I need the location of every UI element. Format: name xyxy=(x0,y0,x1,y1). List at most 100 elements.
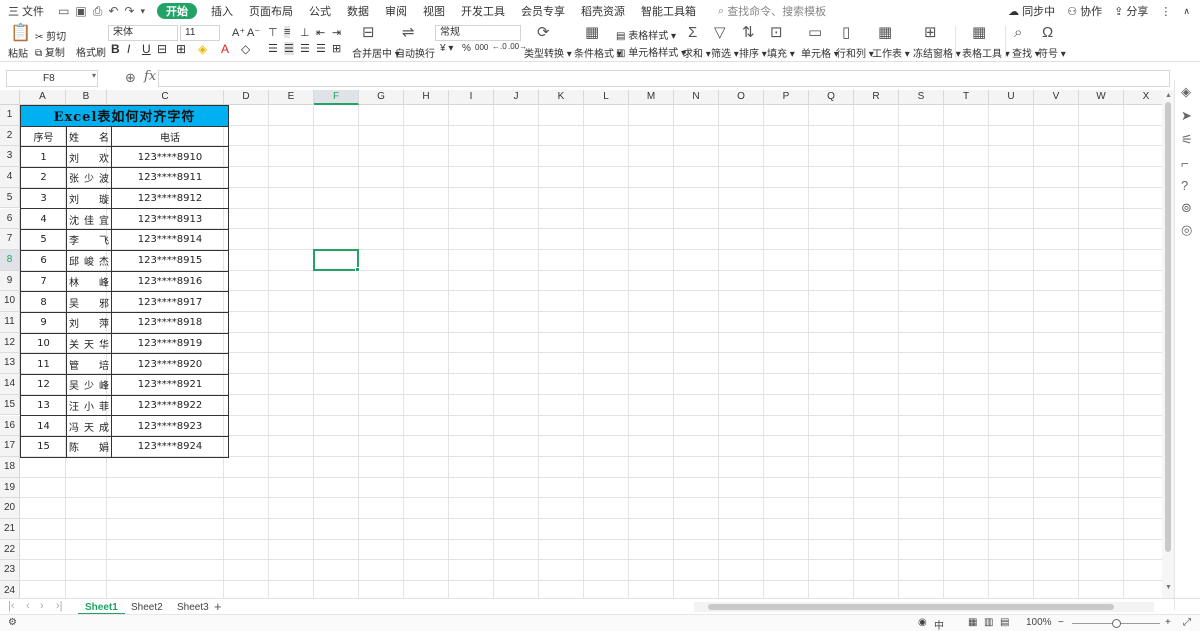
prev-sheet-icon[interactable]: ‹ xyxy=(26,600,30,612)
percent-button[interactable]: % xyxy=(462,43,471,54)
normal-view-icon[interactable]: ▦ xyxy=(968,617,977,628)
tab-sheet3[interactable]: Sheet3 xyxy=(170,600,216,615)
cell-index[interactable]: 15 xyxy=(20,436,67,458)
cell-phone[interactable]: 123****8923 xyxy=(111,415,229,437)
conditional-format-button[interactable]: 条件格式 ▾ xyxy=(574,45,622,60)
wrap-text-button[interactable]: 自动换行 xyxy=(395,45,435,60)
share-button[interactable]: ⇪ 分享 xyxy=(1114,3,1148,19)
vertical-scroll-thumb[interactable] xyxy=(1165,102,1171,552)
cell-phone[interactable]: 123****8916 xyxy=(111,270,229,293)
type-convert-button[interactable]: 类型转换 ▾ xyxy=(524,45,572,60)
tab-smart-toolbox[interactable]: 智能工具箱 xyxy=(633,0,704,22)
font-color-icon[interactable]: A xyxy=(221,42,229,56)
column-header-u[interactable]: U xyxy=(989,90,1034,105)
decrease-font-icon[interactable]: A⁻ xyxy=(247,26,260,39)
tab-developer[interactable]: 开发工具 xyxy=(453,0,513,22)
increase-font-icon[interactable]: A⁺ xyxy=(232,26,245,39)
align-left-icon[interactable]: ☰ xyxy=(268,42,278,55)
tab-sheet1[interactable]: Sheet1 xyxy=(78,600,125,615)
worksheet-icon[interactable]: ▦ xyxy=(878,25,892,41)
print-icon[interactable]: ⎙ xyxy=(93,4,103,19)
column-header-q[interactable]: Q xyxy=(809,90,854,105)
cell-name[interactable]: 冯天成 xyxy=(66,415,112,437)
table-tools-icon[interactable]: ▦ xyxy=(972,25,986,41)
command-search[interactable]: ⌕ 查找命令、搜索模板 xyxy=(704,0,834,22)
wrap-text-icon[interactable]: ⇌ xyxy=(402,25,415,41)
tab-insert[interactable]: 插入 xyxy=(203,0,241,22)
symbol-button[interactable]: 符号 ▾ xyxy=(1038,45,1066,60)
cell-name[interactable]: 吴邪 xyxy=(66,291,112,313)
column-header-o[interactable]: O xyxy=(719,90,764,105)
tab-view[interactable]: 视图 xyxy=(415,0,453,22)
first-sheet-icon[interactable]: |‹ xyxy=(8,600,15,612)
cut-button[interactable]: ✂ 剪切 xyxy=(35,28,66,43)
row-header-21[interactable]: 21 xyxy=(0,519,20,540)
align-top-icon[interactable]: ⊤ xyxy=(268,26,278,39)
row-header-12[interactable]: 12 xyxy=(0,332,20,354)
column-header-p[interactable]: P xyxy=(764,90,809,105)
border-icon[interactable]: ⊞ xyxy=(176,42,186,56)
zoom-slider-knob[interactable] xyxy=(1112,619,1121,628)
row-col-button[interactable]: 行和列 ▾ xyxy=(836,45,874,60)
column-header-b[interactable]: B xyxy=(66,90,107,105)
cell-phone[interactable]: 123****8920 xyxy=(111,353,229,375)
row-header-1[interactable]: 1 xyxy=(0,105,20,126)
zoom-level[interactable]: 100% xyxy=(1026,617,1052,628)
row-header-4[interactable]: 4 xyxy=(0,167,20,188)
column-header-a[interactable]: A xyxy=(20,90,66,105)
cell-phone[interactable]: 123****8915 xyxy=(111,249,229,272)
row-header-15[interactable]: 15 xyxy=(0,394,20,416)
row-header-22[interactable]: 22 xyxy=(0,539,20,561)
last-sheet-icon[interactable]: ›| xyxy=(56,600,63,612)
column-header-t[interactable]: T xyxy=(944,90,989,105)
clear-format-icon[interactable]: ◇ xyxy=(241,42,250,56)
column-header-k[interactable]: K xyxy=(539,90,584,105)
tab-data[interactable]: 数据 xyxy=(339,0,377,22)
selected-cell-f8[interactable] xyxy=(313,248,359,271)
cell-index[interactable]: 6 xyxy=(20,249,67,272)
cell-name[interactable]: 沈佳宜 xyxy=(66,208,112,231)
column-header-d[interactable]: D xyxy=(224,90,269,105)
cell-index[interactable]: 4 xyxy=(20,208,67,231)
thousands-separator-button[interactable]: 000 xyxy=(475,43,488,52)
tab-home[interactable]: 开始 xyxy=(157,3,198,19)
column-header-j[interactable]: J xyxy=(494,90,539,105)
font-name-select[interactable]: 宋体 xyxy=(108,25,178,41)
cell-name[interactable]: 管培 xyxy=(66,353,112,375)
column-header-w[interactable]: W xyxy=(1079,90,1124,105)
number-format-select[interactable]: 常规 xyxy=(435,25,521,41)
scroll-down-icon[interactable]: ▼ xyxy=(1165,584,1172,591)
freeze-panes-icon[interactable]: ⊞ xyxy=(924,25,937,41)
currency-button[interactable]: ¥ ▾ xyxy=(440,43,453,54)
save-icon[interactable]: ▭ xyxy=(58,4,69,18)
macro-record-icon[interactable]: ⚙ xyxy=(8,617,17,628)
cell-icon[interactable]: ▭ xyxy=(808,25,822,41)
cell-name[interactable]: 吴少峰 xyxy=(66,373,112,396)
align-center-icon[interactable]: ☰ xyxy=(284,42,294,55)
row-col-icon[interactable]: ▯ xyxy=(842,25,850,41)
adjust-settings-icon[interactable]: ⚟ xyxy=(1181,132,1193,148)
tab-member[interactable]: 会员专享 xyxy=(513,0,573,22)
tab-page-layout[interactable]: 页面布局 xyxy=(241,0,301,22)
row-header-7[interactable]: 7 xyxy=(0,229,20,250)
cell-phone[interactable]: 123****8924 xyxy=(111,436,229,458)
sum-icon[interactable]: Σ xyxy=(688,25,697,41)
redo-icon[interactable]: ↷ xyxy=(124,4,134,18)
row-header-9[interactable]: 9 xyxy=(0,270,20,292)
align-right-icon[interactable]: ☰ xyxy=(300,42,310,55)
cell-phone[interactable]: 123****8918 xyxy=(111,311,229,334)
row-header-23[interactable]: 23 xyxy=(0,560,20,582)
paste-button[interactable]: 粘贴 xyxy=(8,45,28,60)
indent-increase-icon[interactable]: ⇥ xyxy=(332,26,341,39)
paste-icon[interactable]: 📋 xyxy=(10,24,31,41)
row-header-17[interactable]: 17 xyxy=(0,436,20,457)
zoom-formula-icon[interactable]: ⊕ xyxy=(125,70,136,86)
formula-input[interactable] xyxy=(158,70,1170,87)
cell-index[interactable]: 11 xyxy=(20,353,67,375)
justify-icon[interactable]: ☰ xyxy=(316,42,326,55)
cell-index[interactable]: 1 xyxy=(20,146,67,169)
fill-handle[interactable] xyxy=(355,266,360,272)
cell-index[interactable]: 10 xyxy=(20,332,67,355)
horizontal-scroll-thumb[interactable] xyxy=(708,604,1114,610)
table-style-button[interactable]: ▤ 表格样式 ▾ xyxy=(616,27,676,42)
